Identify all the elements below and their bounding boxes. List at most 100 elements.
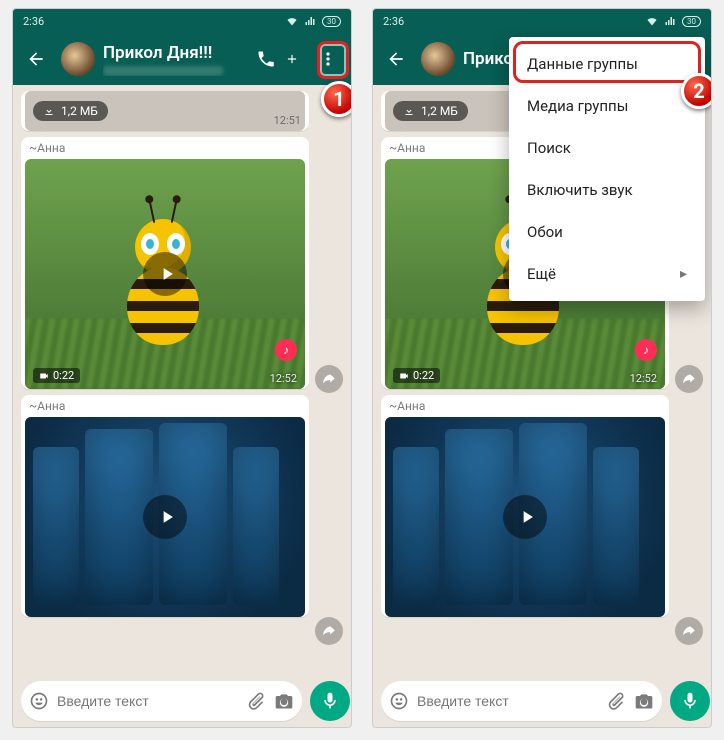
group-avatar[interactable] — [421, 42, 455, 76]
back-button[interactable] — [19, 33, 53, 85]
message-bubble[interactable]: 1,2 МБ 12:51 — [21, 91, 309, 131]
sender-name: ~Анна — [381, 395, 669, 413]
phone-icon — [256, 49, 276, 69]
camera-icon — [274, 691, 294, 711]
emoji-icon — [389, 691, 409, 711]
video-thumbnail[interactable] — [25, 417, 305, 617]
play-icon — [157, 264, 177, 284]
wifi-icon — [286, 15, 298, 27]
arrow-left-icon — [386, 49, 406, 69]
forward-button[interactable] — [675, 365, 703, 393]
input-bar — [13, 675, 351, 727]
forward-icon — [322, 372, 336, 386]
download-pill[interactable]: 1,2 МБ — [33, 101, 108, 121]
add-call-button[interactable] — [281, 33, 303, 85]
camera-button[interactable] — [634, 691, 654, 711]
options-menu: Данные группы Медиа группы Поиск Включит… — [509, 37, 705, 301]
media-download[interactable]: 1,2 МБ — [25, 91, 305, 131]
attach-button[interactable] — [606, 691, 626, 711]
status-time: 2:36 — [383, 15, 404, 28]
download-icon — [43, 105, 55, 117]
dots-vertical-icon — [318, 49, 338, 69]
video-duration: 0:22 — [393, 368, 440, 383]
callout-badge-2: 2 — [681, 73, 712, 109]
file-size: 1,2 МБ — [421, 104, 458, 118]
chat-subtitle-blurred — [103, 66, 223, 76]
video-duration: 0:22 — [33, 368, 80, 383]
message-time: 12:51 — [274, 114, 301, 127]
play-button[interactable] — [143, 495, 187, 539]
videocam-icon — [39, 371, 49, 381]
message-time: 12:52 — [630, 372, 657, 385]
menu-item-search[interactable]: Поиск — [509, 127, 705, 169]
menu-item-wallpaper[interactable]: Обои — [509, 211, 705, 253]
battery-icon: 30 — [682, 16, 701, 27]
play-button[interactable] — [503, 495, 547, 539]
signal-icon — [664, 15, 676, 27]
arrow-left-icon — [26, 49, 46, 69]
art-panel — [233, 447, 279, 605]
chat-area[interactable]: 1,2 МБ 12:51 ~Анна 0:22 ♪ 12:52 — [13, 85, 351, 675]
art-panel — [393, 447, 439, 605]
forward-button[interactable] — [315, 365, 343, 393]
signal-icon — [304, 15, 316, 27]
message-bubble[interactable]: ~Анна — [381, 395, 669, 617]
menu-item-group-media[interactable]: Медиа группы — [509, 85, 705, 127]
camera-button[interactable] — [274, 691, 294, 711]
chat-title: Прикол Дня!!! — [103, 43, 241, 63]
more-options-button[interactable] — [311, 33, 345, 85]
camera-icon — [634, 691, 654, 711]
message-input-container[interactable] — [21, 681, 302, 721]
message-input-container[interactable] — [381, 681, 662, 721]
group-avatar[interactable] — [61, 42, 95, 76]
back-button[interactable] — [379, 33, 413, 85]
callout-badge-1: 1 — [321, 81, 352, 117]
file-size: 1,2 МБ — [61, 104, 98, 118]
attach-button[interactable] — [246, 691, 266, 711]
status-bar: 2:36 30 — [373, 9, 711, 33]
status-time: 2:36 — [23, 15, 44, 28]
app-bar: Прикол Дня!!! — [13, 33, 351, 85]
chevron-right-icon: ▸ — [680, 266, 687, 282]
battery-icon: 30 — [322, 16, 341, 27]
message-bubble[interactable]: ~Анна — [21, 395, 309, 617]
menu-item-more[interactable]: Ещё▸ — [509, 253, 705, 295]
paperclip-icon — [606, 691, 626, 711]
status-bar: 2:36 30 — [13, 9, 351, 33]
phone-screenshot-left: 2:36 30 Прикол Дня!!! — [12, 8, 352, 728]
art-panel — [593, 447, 639, 605]
forward-icon — [322, 624, 336, 638]
emoji-button[interactable] — [29, 691, 49, 711]
status-icons: 30 — [286, 15, 341, 27]
download-pill[interactable]: 1,2 МБ — [393, 101, 468, 121]
sender-name: ~Анна — [21, 137, 309, 155]
message-time: 12:52 — [270, 372, 297, 385]
plus-icon — [285, 52, 299, 66]
emoji-button[interactable] — [389, 691, 409, 711]
sender-name: ~Анна — [21, 395, 309, 413]
forward-button[interactable] — [675, 617, 703, 645]
mic-button[interactable] — [310, 681, 350, 721]
forward-button[interactable] — [315, 617, 343, 645]
chat-title-area[interactable]: Прикол Дня!!! — [103, 43, 241, 76]
message-input[interactable] — [57, 693, 238, 709]
mic-button[interactable] — [670, 681, 710, 721]
status-icons: 30 — [646, 15, 701, 27]
play-icon — [517, 507, 537, 527]
play-icon — [157, 507, 177, 527]
call-button[interactable] — [249, 33, 283, 85]
art-panel — [33, 447, 79, 605]
phone-screenshot-right: 2:36 30 Прикол Дня!!! 1,2 МБ — [372, 8, 712, 728]
input-bar — [373, 675, 711, 727]
menu-item-unmute[interactable]: Включить звук — [509, 169, 705, 211]
emoji-icon — [29, 691, 49, 711]
message-bubble[interactable]: ~Анна 0:22 ♪ 12:52 — [21, 137, 309, 389]
musically-badge: ♪ — [275, 339, 297, 361]
forward-icon — [682, 624, 696, 638]
message-input[interactable] — [417, 693, 598, 709]
play-button[interactable] — [143, 252, 187, 296]
menu-item-group-info[interactable]: Данные группы — [509, 43, 705, 85]
download-icon — [403, 105, 415, 117]
video-thumbnail[interactable] — [385, 417, 665, 617]
video-thumbnail[interactable]: 0:22 ♪ 12:52 — [25, 159, 305, 389]
